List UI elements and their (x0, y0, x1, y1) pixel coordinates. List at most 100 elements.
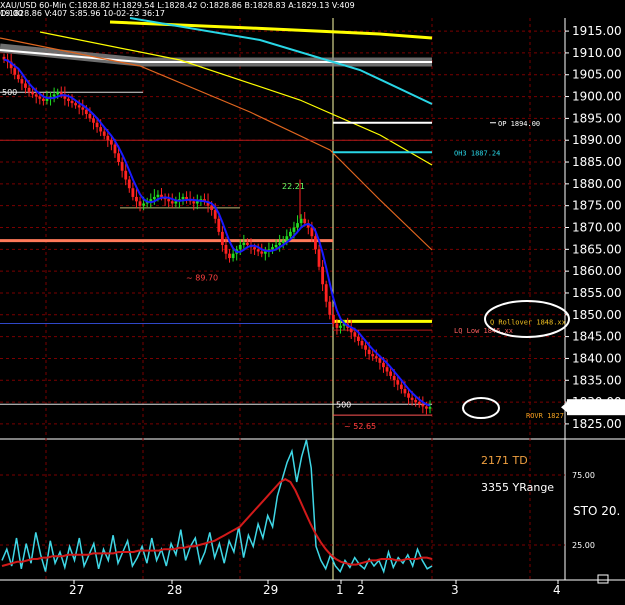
x-tick-label: 27 (69, 583, 84, 597)
candle-body (360, 340, 364, 346)
osc-y-tick-label: 75.00 (572, 471, 595, 480)
candle-body (238, 244, 242, 250)
candle-body (256, 249, 260, 252)
candle-body (181, 196, 185, 200)
candle-body (67, 98, 70, 101)
y-tick-label: 1855.00 (572, 286, 622, 300)
candle-body (174, 201, 178, 204)
candle-body (84, 109, 88, 115)
ma-fast-blue (3, 58, 431, 407)
candle-body (135, 196, 138, 202)
candle-body (242, 242, 246, 245)
candle-body (428, 407, 432, 409)
candle-body (396, 380, 400, 385)
candle-body (364, 345, 367, 350)
y-tick-label: 1845.00 (572, 330, 622, 344)
candle-body (331, 314, 335, 324)
candle-body (374, 356, 378, 359)
candle-body (127, 179, 131, 189)
candle-body (414, 399, 418, 403)
candle-body (278, 242, 282, 245)
osc-label: STO 20. (573, 504, 620, 518)
chart-annotation: 500 (2, 88, 17, 97)
candle-body (13, 68, 17, 75)
x-tick-label: 29 (263, 583, 278, 597)
y-tick-label: 1885.00 (572, 155, 622, 169)
candle-body (299, 218, 303, 224)
y-tick-label: 1910.00 (572, 46, 622, 60)
candle-body (56, 92, 60, 95)
y-tick-label: 1890.00 (572, 133, 622, 147)
candle-body (378, 358, 382, 363)
candle-body (281, 240, 285, 243)
candle-body (382, 362, 385, 368)
candle-body (102, 131, 106, 136)
stoch-k-line (1, 439, 433, 574)
candle-body (392, 375, 396, 381)
ma-yellow-thin (39, 31, 433, 166)
candle-body (170, 201, 174, 204)
level-label: Q Rollover 1848.xx (490, 318, 566, 326)
candle-body (41, 98, 45, 101)
y-tick-label: 1865.00 (572, 242, 622, 256)
candle-body (70, 100, 74, 104)
candle-body (31, 92, 35, 95)
y-tick-label: 1915.00 (572, 24, 622, 38)
stoch-d-line (1, 478, 433, 567)
candle-body (425, 406, 428, 409)
last-price-arrow (561, 402, 567, 413)
x-tick-label: 28 (167, 583, 182, 597)
candle-body (156, 194, 160, 197)
candle-body (38, 96, 42, 99)
x-tick-label: 1 (336, 583, 344, 597)
candle-body (167, 199, 171, 202)
y-tick-label: 1870.00 (572, 221, 622, 235)
candle-body (288, 231, 292, 237)
candle-body (246, 242, 249, 245)
chart-annotation: 22.21 (282, 182, 305, 191)
candle-body (335, 323, 339, 328)
candle-body (52, 94, 56, 97)
candle-body (152, 196, 156, 200)
y-tick-label: 1895.00 (572, 111, 622, 125)
candle-body (231, 253, 235, 259)
candle-body (399, 384, 403, 389)
candle-body (367, 349, 371, 355)
candle-body (410, 397, 414, 400)
candle-body (113, 144, 117, 154)
candle-body (385, 367, 389, 372)
candle-body (314, 236, 317, 250)
candle-body (407, 393, 410, 398)
candle-body (59, 92, 63, 95)
x-tick-label: 4 (553, 583, 561, 597)
candle-body (371, 354, 375, 357)
candle-body (109, 140, 113, 145)
candle-body (117, 153, 120, 163)
candle-body (285, 236, 289, 241)
candle-body (45, 98, 49, 101)
candle-body (317, 249, 321, 267)
candle-body (88, 114, 92, 119)
chart-canvas: 19.00XAU/USD 60-Min C:1828.82 H:1829.54 … (0, 1, 625, 597)
y-tick-label: 1905.00 (572, 68, 622, 82)
y-tick-label: 1835.00 (572, 373, 622, 387)
chart-annotation: 500 (336, 400, 351, 409)
candle-body (403, 388, 407, 394)
candle-body (185, 196, 188, 200)
osc-label: 2171 TD (481, 454, 528, 467)
candle-body (357, 336, 360, 341)
y-tick-label: 1825.00 (572, 417, 622, 431)
osc-y-tick-label: 25.00 (572, 541, 595, 550)
header-quote-2: O:1828.86 V:407 S:85.96 10-02-23 36:17 (0, 9, 165, 18)
y-tick-label: 1880.00 (572, 177, 622, 191)
level-label: ROVR 1827 (526, 412, 564, 420)
candle-body (24, 83, 27, 88)
candle-body (260, 251, 264, 254)
candle-body (20, 79, 24, 84)
candle-body (220, 231, 224, 245)
candle-body (321, 266, 325, 285)
chart-annotation: ~ 89.70 (186, 274, 218, 283)
chart-annotation: ~ 52.65 (344, 422, 376, 431)
candle-body (228, 253, 231, 259)
candle-body (292, 227, 296, 232)
